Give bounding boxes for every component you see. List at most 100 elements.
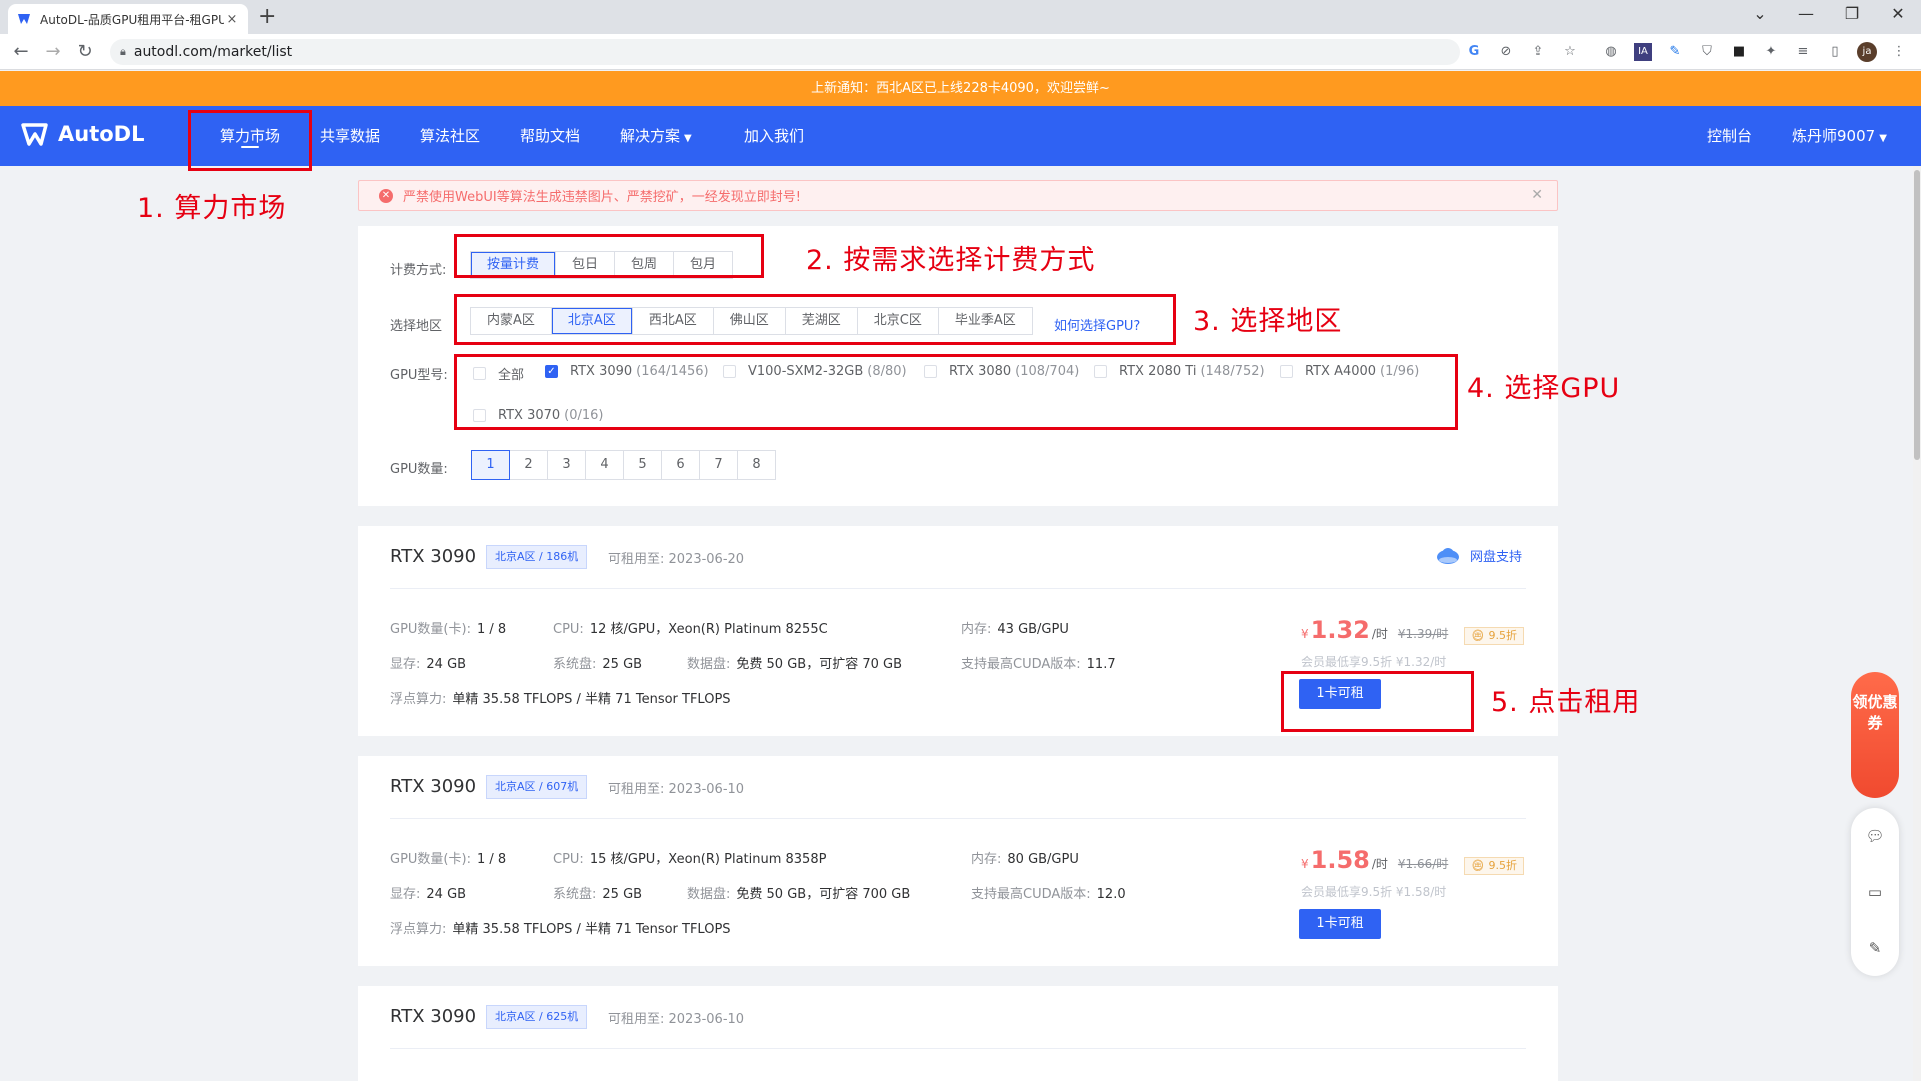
spec-cuda: 支持最高CUDA版本: 11.7 [961, 657, 1116, 672]
extension-icon-5[interactable]: ■ [1730, 43, 1748, 61]
extensions-puzzle-icon[interactable]: ✦ [1762, 43, 1780, 61]
nav-join-us[interactable]: 加入我们 [744, 106, 804, 166]
wechat-icon[interactable]: 💬︎ [1865, 826, 1885, 846]
browser-tab[interactable]: AutoDL-品质GPU租用平台-租GPU × [8, 4, 248, 34]
netdisk-support-label: 网盘支持 [1470, 550, 1523, 565]
region-label: 选择地区 [390, 319, 443, 334]
spec-memory: 内存: 43 GB/GPU [961, 622, 1069, 637]
spec-cpu: CPU: 15 核/GPU，Xeon(R) Platinum 8358P [553, 852, 827, 867]
spec-vram: 显存: 24 GB [390, 887, 467, 902]
tab-close-icon[interactable]: × [224, 12, 240, 27]
gpu-name: RTX 3090 [390, 1006, 477, 1027]
annotation-label-gpu: 4. 选择GPU [1467, 373, 1621, 404]
browser-menu-icon[interactable]: ⋮ [1890, 43, 1908, 61]
gpu-count-option-2[interactable]: 2 [509, 450, 548, 480]
nav-shared-data[interactable]: 共享数据 [320, 106, 380, 166]
spec-cpu: CPU: 12 核/GPU，Xeon(R) Platinum 8255C [553, 622, 828, 637]
price: ¥1.32/时 ¥1.39/时 [1301, 616, 1449, 644]
gpu-count-option-6[interactable]: 6 [661, 450, 700, 480]
extension-icon-ia[interactable]: IA [1634, 43, 1652, 61]
restore-button[interactable]: ❐ [1832, 4, 1872, 23]
coin-icon: 🪙︎ [1471, 859, 1485, 872]
annotation-box-gpu [454, 354, 1458, 430]
discount-badge: 🪙︎ 9.5折 [1464, 857, 1524, 875]
warning-alert: ✕ 严禁使用WebUI等算法生成违禁图片、严禁挖矿，一经发现立即封号! ✕ [358, 180, 1558, 211]
netdisk-support-link[interactable]: 网盘支持 [1436, 546, 1522, 565]
scrollbar-thumb[interactable] [1914, 170, 1920, 460]
extension-icon-1[interactable]: ◍ [1602, 43, 1620, 61]
region-tag: 北京A区 / 186机 [486, 545, 588, 569]
close-window-button[interactable]: ✕ [1878, 4, 1918, 23]
annotation-box-billing [454, 234, 764, 278]
discount-badge: 🪙︎ 9.5折 [1464, 627, 1524, 645]
annotation-box-rent [1281, 671, 1474, 732]
gpu-count-option-7[interactable]: 7 [699, 450, 738, 480]
tab-search-icon[interactable]: ⌄ [1740, 4, 1780, 23]
spec-flops: 浮点算力: 单精 35.58 TFLOPS / 半精 71 Tensor TFLO… [390, 922, 731, 937]
spec-vram: 显存: 24 GB [390, 657, 467, 672]
gpu-listing-card: RTX 3090 北京A区 / 607机 可租用至: 2023-06-10 GP… [358, 756, 1558, 966]
available-until: 可租用至: 2023-06-10 [608, 782, 745, 797]
new-tab-button[interactable]: + [258, 5, 276, 29]
logo-text: AutoDL [58, 122, 145, 146]
chevron-down-icon: ▼ [684, 133, 692, 144]
gpu-count-option-4[interactable]: 4 [585, 450, 624, 480]
nav-solutions[interactable]: 解决方案 ▼ [620, 106, 692, 166]
coupon-widget[interactable]: 领优惠券 [1851, 672, 1899, 798]
username: 炼丹师9007 [1792, 127, 1876, 145]
available-until: 可租用至: 2023-06-20 [608, 552, 745, 567]
spec-system-disk: 系统盘: 25 GB [553, 887, 643, 902]
member-price: 会员最低享9.5折 ¥1.58/时 [1301, 885, 1447, 899]
region-tag: 北京A区 / 607机 [486, 775, 588, 799]
profile-avatar[interactable]: ja [1857, 42, 1877, 62]
url-text: autodl.com/market/list [133, 44, 293, 60]
tracking-blocked-icon[interactable]: ⊘ [1497, 43, 1515, 61]
price: ¥1.58/时 ¥1.66/时 [1301, 846, 1449, 874]
extension-icon-3[interactable]: ✎ [1666, 43, 1684, 61]
annotation-box-market [188, 110, 312, 171]
user-menu[interactable]: 炼丹师9007 ▼ [1792, 106, 1887, 166]
alert-text: 严禁使用WebUI等算法生成违禁图片、严禁挖矿，一经发现立即封号! [403, 190, 801, 205]
gpu-count-option-1[interactable]: 1 [471, 450, 510, 480]
autodl-logo[interactable]: AutoDL [20, 120, 144, 148]
annotation-label-region: 3. 选择地区 [1193, 306, 1343, 337]
region-tag: 北京A区 / 625机 [486, 1005, 588, 1029]
gpu-count-label: GPU数量: [390, 462, 448, 477]
extension-icon-4[interactable]: ⛉ [1698, 43, 1716, 61]
tab-title: AutoDL-品质GPU租用平台-租GPU [40, 12, 224, 27]
spec-gpu-count: GPU数量(卡): 1 / 8 [390, 622, 507, 637]
gpu-count-option-3[interactable]: 3 [547, 450, 586, 480]
nav-solutions-label: 解决方案 [620, 127, 681, 145]
gpu-listing-card: RTX 3090 北京A区 / 625机 可租用至: 2023-06-10 [358, 986, 1558, 1081]
gpu-count-option-5[interactable]: 5 [623, 450, 662, 480]
spec-data-disk: 数据盘: 免费 50 GB，可扩容 700 GB [687, 887, 911, 902]
reload-icon[interactable]: ↻ [74, 42, 96, 62]
bookmark-star-icon[interactable]: ☆ [1561, 43, 1579, 61]
divider [390, 818, 1526, 819]
reading-list-icon[interactable]: ≡ [1794, 43, 1812, 61]
error-icon: ✕ [379, 188, 393, 203]
google-translate-icon[interactable]: G [1465, 43, 1483, 61]
spec-data-disk: 数据盘: 免费 50 GB，可扩容 70 GB [687, 657, 902, 672]
chat-icon[interactable]: ▭ [1865, 882, 1885, 902]
notice-banner: 上新通知：西北A区已上线228卡4090，欢迎尝鲜~ [0, 71, 1921, 106]
nav-help-docs[interactable]: 帮助文档 [520, 106, 580, 166]
gpu-model-label: GPU型号: [390, 368, 448, 383]
forward-icon[interactable]: → [42, 42, 64, 62]
back-icon[interactable]: ← [10, 42, 32, 62]
alert-close-icon[interactable]: ✕ [1531, 187, 1543, 203]
gpu-count-selector: 1 2 3 4 5 6 7 8 [471, 450, 776, 480]
autodl-favicon-icon [18, 14, 30, 24]
available-until: 可租用至: 2023-06-10 [608, 1012, 745, 1027]
minimize-button[interactable]: — [1786, 4, 1826, 23]
spec-flops: 浮点算力: 单精 35.58 TFLOPS / 半精 71 Tensor TFLO… [390, 692, 731, 707]
gpu-count-option-8[interactable]: 8 [737, 450, 776, 480]
feedback-icon[interactable]: ✎ [1865, 938, 1885, 958]
rent-button[interactable]: 1卡可租 [1299, 909, 1381, 939]
share-icon[interactable]: ⇪ [1529, 43, 1547, 61]
annotation-label-billing: 2. 按需求选择计费方式 [806, 245, 1096, 276]
nav-algorithm-community[interactable]: 算法社区 [420, 106, 480, 166]
address-bar[interactable]: 🔒︎ autodl.com/market/list [110, 39, 1460, 65]
side-panel-icon[interactable]: ▯ [1826, 43, 1844, 61]
nav-console[interactable]: 控制台 [1707, 106, 1752, 166]
